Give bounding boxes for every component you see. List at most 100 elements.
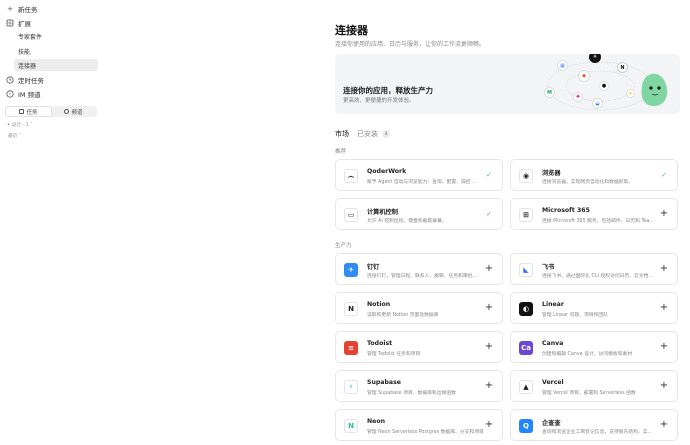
add-connector-button[interactable]: + — [484, 264, 494, 274]
plus-icon: + — [7, 4, 13, 13]
task-icon — [19, 109, 25, 114]
connector-description: 连接浏览器，实现网页自动化和数据抓取。 — [542, 180, 634, 185]
connector-card[interactable]: N Neon 管理 Neon Serverless Postgres 数据库、分支和… — [335, 409, 503, 441]
connector-name: Neon — [367, 418, 386, 425]
connector-description: 赋予 Agent 自动与浏览能力：查询、配置、操控 ... — [367, 180, 477, 185]
chat-icon — [6, 89, 14, 98]
figma-icon: ◆ — [578, 70, 590, 82]
connector-card[interactable]: ◣ 飞书 连接飞书，通过国际化 CLI 授权访问日历、云文档... + — [510, 253, 678, 285]
feishu-icon: ◣ — [519, 263, 533, 277]
connector-name: 浏览器 — [542, 170, 561, 177]
connector-card[interactable]: N Notion 读取和更新 Notion 页面及数据库 + — [335, 292, 503, 324]
extensions-item[interactable]: 扩展 — [6, 17, 31, 28]
connector-card[interactable]: ⚡ Supabase 管理 Supabase 项目、数据库和边缘函数 + — [335, 370, 503, 402]
dot-icon: • — [7, 122, 10, 128]
channels-tab[interactable]: 频道 — [51, 107, 96, 116]
connector-description: 管理 Todoist 任务和项目 — [367, 352, 421, 357]
connector-name: Todoist — [367, 340, 393, 347]
extension-icon — [6, 19, 14, 27]
sidebar-item-label: 专家套件 — [18, 33, 43, 41]
connector-card[interactable]: Ca Canva 创建和编辑 Canva 设计，访问模板和素材 + — [510, 331, 678, 363]
notion-icon: N — [344, 302, 358, 316]
connector-description: 管理 Neon Serverless Postgres 数据库、分支和项目 — [367, 430, 484, 435]
scheduled-tasks-item[interactable]: 定时任务 — [6, 74, 44, 85]
slack-icon: ✚ — [573, 92, 583, 102]
sidebar-item-skills[interactable]: 技能 — [14, 45, 98, 57]
tab-installed[interactable]: 已安装 — [357, 129, 378, 139]
add-connector-button[interactable]: + — [659, 303, 669, 313]
connector-description: 允许 AI 控制鼠标、键盘和截取屏幕。 — [367, 219, 447, 224]
check-icon: ✓ — [486, 170, 492, 179]
page-title: 连接器 — [335, 24, 368, 37]
monitor-icon: ▭ — [344, 208, 358, 222]
channels-tab-label: 频道 — [71, 109, 83, 116]
drive-icon: ◒ — [592, 98, 603, 109]
connector-card[interactable]: ◉ 浏览器 连接浏览器，实现网页自动化和数据抓取。 ✓ — [510, 159, 678, 191]
sidebar-item-expert-kit[interactable]: 专家套件 — [14, 30, 98, 42]
tab-market[interactable]: 市场 — [335, 129, 349, 139]
add-connector-button[interactable]: + — [484, 303, 494, 313]
ghost-recent-label: 最近 ˅ — [8, 134, 22, 139]
connector-name: Canva — [542, 340, 564, 347]
hero-subtext: 更高效、更便捷的开发体验。 — [343, 98, 415, 104]
vercel-icon: ▲ — [519, 380, 533, 394]
im-channel-label: IM 频道 — [18, 90, 41, 99]
connector-name: 飞书 — [542, 264, 555, 271]
add-connector-button[interactable]: + — [484, 342, 494, 352]
check-icon: ✓ — [661, 170, 667, 179]
connector-name: QoderWork — [367, 168, 407, 175]
connector-description: 连接 Microsoft 365 服务，包括邮件、日历和 Tea... — [542, 219, 655, 224]
section-productivity: 生产力 — [335, 243, 352, 249]
connector-card[interactable]: ✈ 钉钉 连接钉钉，管理日程、联系人、群聊、任务和审批... + — [335, 253, 503, 285]
check-icon: ✓ — [486, 209, 492, 218]
connector-name: Supabase — [367, 379, 401, 386]
page-subtitle: 连接你使用的应用、日历与服务，让你的工作流更顺畅。 — [335, 41, 486, 48]
scheduled-tasks-label: 定时任务 — [18, 76, 44, 85]
tasks-tab[interactable]: 任务 — [6, 107, 51, 116]
dingtalk-icon: ✈ — [344, 263, 358, 277]
ghost-design-label: 设计 · 1 ˅ — [11, 123, 33, 128]
connector-card[interactable]: Q 企查查 查询和浏览企业工商登记信息，支持股东结构、实... + — [510, 409, 678, 441]
neon-icon: N — [344, 419, 358, 433]
new-task-item[interactable]: + 新任务 — [6, 3, 38, 14]
sidebar-item-connectors[interactable]: 连接器 — [14, 59, 98, 71]
installed-count-badge: 4 — [382, 130, 390, 138]
hero-banner: 连接你的应用，释放生产力 更高效、更便捷的开发体验。 ✳ ▦ ◆ N M ✚ ◒… — [335, 54, 680, 114]
connector-description: 管理 Supabase 项目、数据库和边缘函数 — [367, 391, 456, 396]
connector-card[interactable]: ≡ Todoist 管理 Todoist 任务和项目 + — [335, 331, 503, 363]
ghost-design-row[interactable]: • 设计 · 1 ˅ — [7, 121, 33, 128]
connector-description: 连接钉钉，管理日程、联系人、群聊、任务和审批... — [367, 274, 478, 279]
notion-small-icon: N — [617, 62, 628, 73]
ghost-recent-row[interactable]: 最近 ˅ — [8, 132, 22, 139]
connector-description: 查询和浏览企业工商登记信息，支持股东结构、实... — [542, 430, 653, 435]
add-connector-button[interactable]: + — [659, 381, 669, 391]
im-channel-item[interactable]: IM 频道 — [6, 88, 41, 99]
connector-name: Microsoft 365 — [542, 207, 590, 214]
add-connector-button[interactable]: + — [659, 420, 669, 430]
channel-icon — [64, 109, 70, 114]
new-task-label: 新任务 — [18, 5, 38, 14]
section-recommended: 推荐 — [335, 149, 347, 155]
connector-name: Notion — [367, 301, 391, 308]
extensions-label: 扩展 — [18, 19, 31, 28]
github-icon: ● — [599, 81, 609, 91]
connector-card[interactable]: ෴ QoderWork 赋予 Agent 自动与浏览能力：查询、配置、操控 ... ✓ — [335, 159, 503, 191]
todoist-icon: ≡ — [344, 341, 358, 355]
add-connector-button[interactable]: + — [659, 209, 669, 219]
supabase-icon: ⚡ — [344, 380, 358, 394]
connector-card[interactable]: ◐ Linear 管理 Linear 问题、项目和团队 + — [510, 292, 678, 324]
canva-icon: Ca — [519, 341, 533, 355]
add-connector-button[interactable]: + — [659, 342, 669, 352]
connector-card[interactable]: ⊞ Microsoft 365 连接 Microsoft 365 服务，包括邮件、日… — [510, 198, 678, 230]
sidebar-item-label: 技能 — [18, 48, 31, 56]
add-connector-button[interactable]: + — [659, 264, 669, 274]
connector-card[interactable]: ▭ 计算机控制 允许 AI 控制鼠标、键盘和截取屏幕。 ✓ — [335, 198, 503, 230]
spark-icon: ✦ — [626, 89, 635, 98]
connector-name: 企查查 — [542, 420, 561, 427]
connector-card[interactable]: ▲ Vercel 管理 Vercel 项目、部署和 Serverless 函数 + — [510, 370, 678, 402]
gmail-icon: M — [544, 87, 555, 98]
qoder-icon: ෴ — [344, 169, 358, 183]
add-connector-button[interactable]: + — [484, 381, 494, 391]
add-connector-button[interactable]: + — [484, 420, 494, 430]
connector-name: Vercel — [542, 379, 564, 386]
